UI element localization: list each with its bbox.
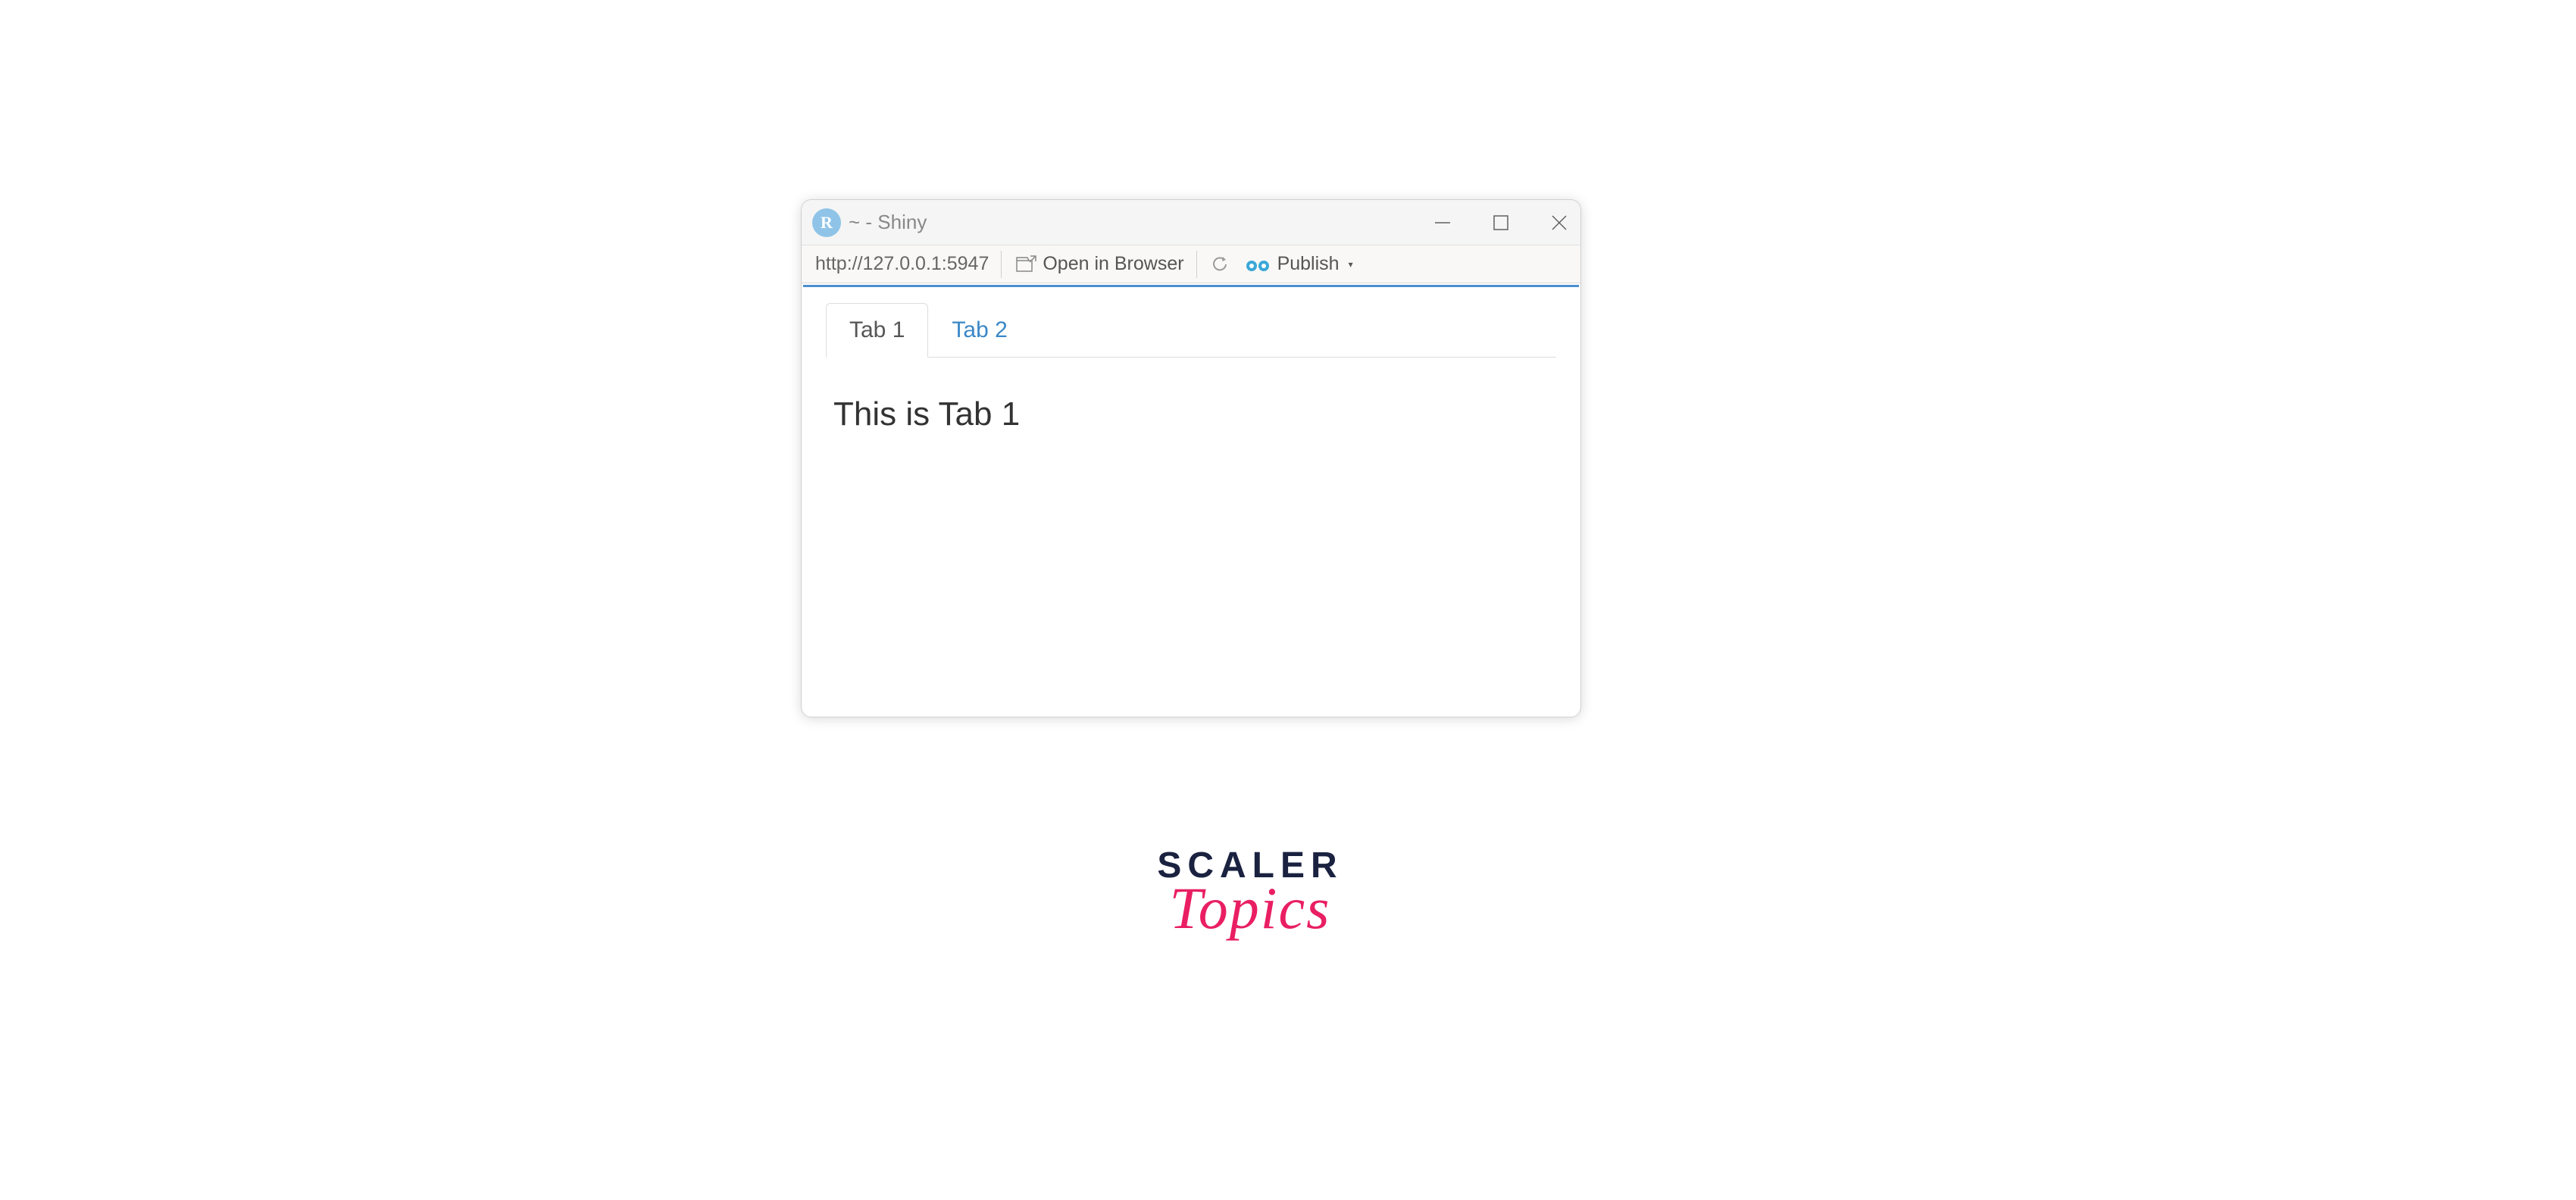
content-area: Tab 1 Tab 2 This is Tab 1: [803, 285, 1579, 717]
maximize-button[interactable]: [1491, 213, 1511, 233]
scaler-watermark: SCALER Topics: [1091, 845, 1409, 942]
app-window: R ~ - Shiny http://127.0.0.1: [801, 199, 1581, 717]
open-in-browser-button[interactable]: Open in Browser: [1006, 253, 1191, 275]
app-icon-letter: R: [821, 213, 833, 233]
minimize-button[interactable]: [1432, 212, 1453, 233]
tab-1[interactable]: Tab 1: [826, 303, 928, 358]
publish-button[interactable]: Publish ▾: [1238, 253, 1361, 275]
refresh-button[interactable]: [1202, 254, 1238, 275]
r-app-icon: R: [812, 208, 841, 237]
toolbar-divider: [1001, 251, 1002, 278]
publish-label: Publish: [1277, 253, 1340, 275]
refresh-icon: [1209, 254, 1230, 275]
chevron-down-icon: ▾: [1349, 259, 1353, 270]
close-button[interactable]: [1549, 212, 1570, 233]
url-display[interactable]: http://127.0.0.1:5947: [808, 253, 996, 275]
publish-icon: [1246, 258, 1268, 271]
tabset: Tab 1 Tab 2 This is Tab 1: [803, 287, 1579, 471]
scaler-logo-line2: Topics: [1091, 874, 1409, 942]
titlebar: R ~ - Shiny: [802, 200, 1580, 245]
window-controls: [1432, 212, 1570, 233]
toolbar: http://127.0.0.1:5947 Open in Browser: [802, 245, 1580, 283]
tab-nav: Tab 1 Tab 2: [826, 302, 1556, 358]
tab-content-text: This is Tab 1: [826, 358, 1556, 471]
window-title: ~ - Shiny: [849, 211, 1432, 234]
browser-icon: [1014, 255, 1036, 274]
open-in-browser-label: Open in Browser: [1043, 253, 1183, 275]
toolbar-divider: [1196, 251, 1197, 278]
tab-2[interactable]: Tab 2: [928, 303, 1030, 358]
